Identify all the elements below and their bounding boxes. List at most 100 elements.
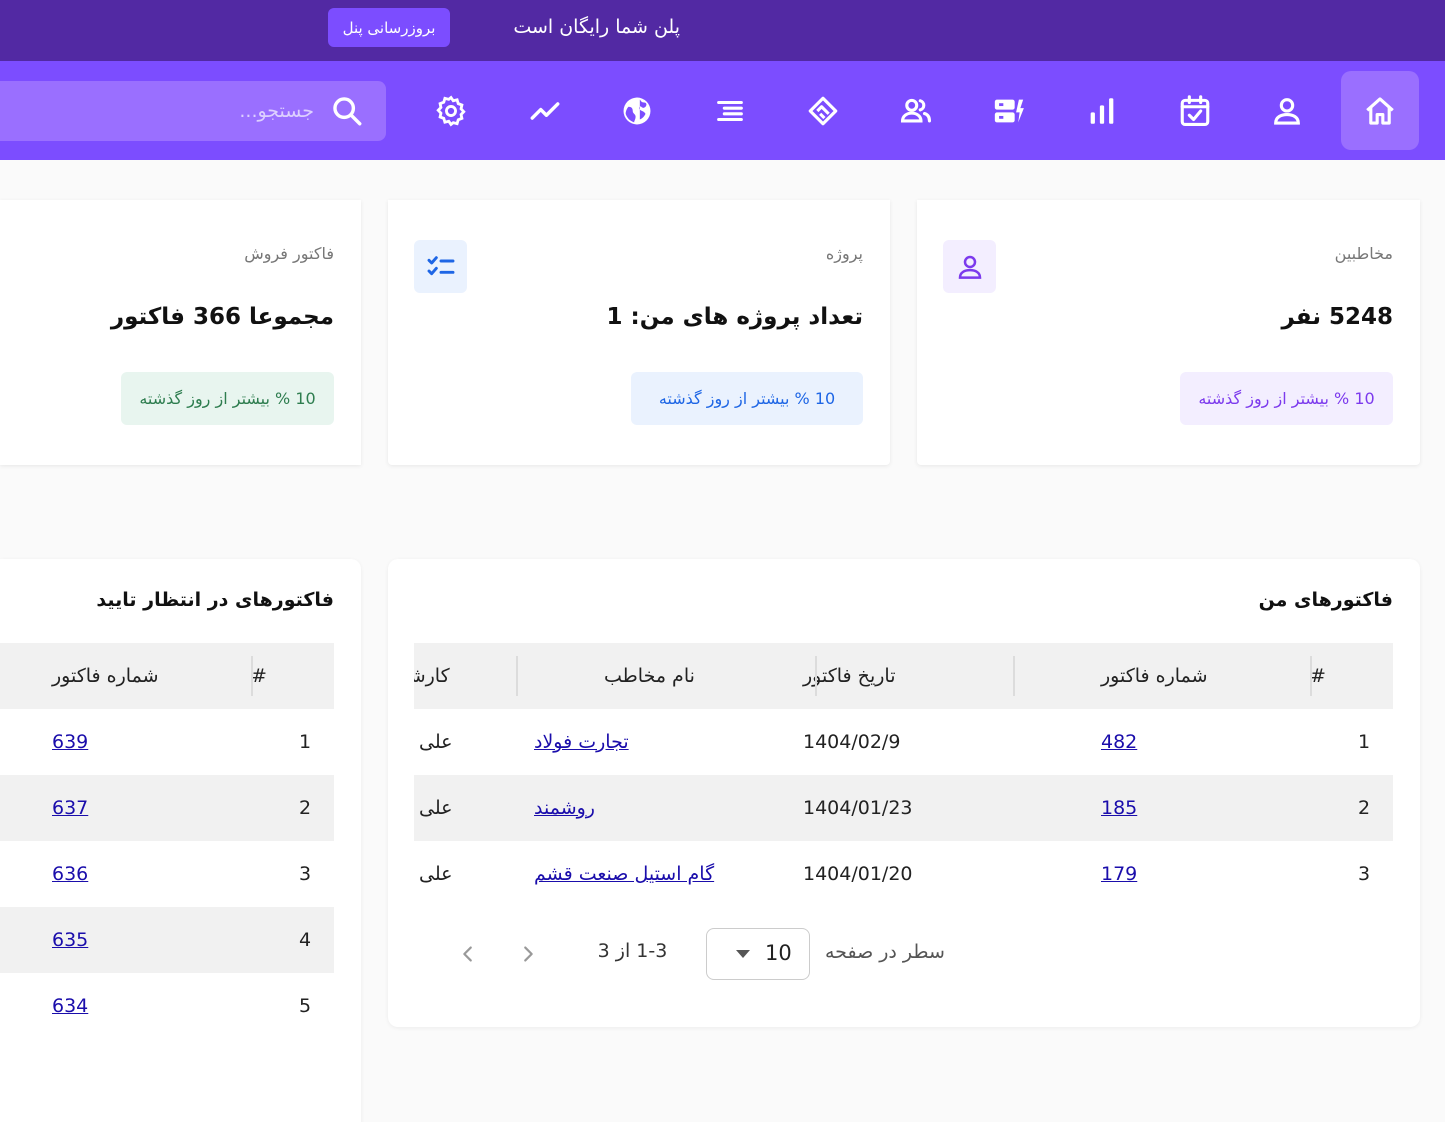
contact-link[interactable]: تجارت فولاد (534, 731, 629, 753)
trend-line-icon[interactable] (506, 71, 584, 150)
top-bar: پلن شما رایگان است بروزرسانی پنل (0, 0, 1445, 61)
invoice-number-cell: 185 (1101, 775, 1291, 841)
invoice-number-link[interactable]: 635 (52, 929, 88, 951)
change-badge: 10 % بیشتر از روز گذشته (631, 372, 863, 425)
users-icon[interactable] (877, 71, 955, 150)
projects-stat-card: پروژه تعداد پروژه های من: 1 10 % بیشتر ا… (388, 200, 890, 465)
rows-per-page-label: سطر در صفحه (825, 941, 945, 963)
globe-icon[interactable] (598, 71, 676, 150)
col-invoice-number[interactable]: شماره فاکتور (1101, 643, 1291, 709)
panel-title: فاکتورهای من (1258, 589, 1393, 611)
col-expert[interactable]: کارشناس (414, 643, 495, 709)
expert-name: علی احمد (414, 863, 453, 885)
table-row[interactable]: 5 634 (0, 973, 334, 1039)
invoice-number-link[interactable]: 185 (1101, 797, 1137, 819)
row-index: 4 (298, 929, 312, 951)
card-value: 5248 نفر (1281, 304, 1393, 330)
contact-link[interactable]: روشمند (534, 797, 595, 819)
invoice-number-cell: 634 (52, 973, 232, 1039)
table-row[interactable]: 1 639 (0, 709, 334, 775)
column-divider[interactable] (251, 656, 253, 696)
caret-down-icon (736, 950, 750, 958)
invoice-number-link[interactable]: 179 (1101, 863, 1137, 885)
contact-name-cell: گام استیل صنعت قشم (534, 841, 794, 907)
invoice-number-cell: 482 (1101, 709, 1291, 775)
main-navbar (0, 61, 1445, 160)
invoice-number-cell: 635 (52, 907, 232, 973)
table-row[interactable]: 3 636 (0, 841, 334, 907)
pending-invoices-panel: فاکتورهای در انتظار تایید # شماره فاکتور… (0, 559, 361, 1122)
column-divider[interactable] (1310, 656, 1312, 696)
change-badge: 10 % بیشتر از روز گذشته (121, 372, 334, 425)
col-index[interactable]: # (1304, 643, 1332, 709)
row-index: 2 (298, 797, 312, 819)
invoice-number-cell: 639 (52, 709, 232, 775)
table-row[interactable]: 3 179 1404/01/20 گام استیل صنعت قشم علی … (414, 841, 1393, 907)
dashboard-icon[interactable] (970, 71, 1048, 150)
handshake-icon[interactable] (784, 71, 862, 150)
table-header: # شماره فاکتور (0, 643, 334, 709)
upgrade-panel-button[interactable]: بروزرسانی پنل (328, 8, 450, 47)
previous-page-button[interactable] (456, 940, 480, 968)
panel-title: فاکتورهای در انتظار تایید (96, 589, 334, 611)
col-contact-name[interactable]: نام مخاطب (604, 643, 794, 709)
rows-per-page-select[interactable]: 10 (706, 928, 810, 980)
column-divider[interactable] (1013, 656, 1015, 696)
invoice-number-link[interactable]: 636 (52, 863, 88, 885)
column-divider[interactable] (516, 656, 518, 696)
change-badge: 10 % بیشتر از روز گذشته (1180, 372, 1393, 425)
search-icon[interactable] (330, 94, 364, 128)
table-row[interactable]: 2 185 1404/01/23 روشمند علی احمد (414, 775, 1393, 841)
pending-invoices-table: # شماره فاکتور 1 639 2 637 3 636 4 635 5… (0, 643, 334, 1043)
row-index: 5 (298, 995, 312, 1017)
card-value: مجموعا 366 فاکتور (110, 304, 334, 330)
row-index: 1 (1357, 731, 1371, 753)
user-icon[interactable] (1248, 71, 1326, 150)
contact-link[interactable]: گام استیل صنعت قشم (534, 863, 714, 885)
table-header: # شماره فاکتور تاریخ فاکتور نام مخاطب کا… (414, 643, 1393, 709)
settings-gear-icon[interactable] (412, 71, 490, 150)
bar-chart-icon[interactable] (1063, 71, 1141, 150)
menu-lines-icon[interactable] (691, 71, 769, 150)
card-label: مخاطبین (1334, 244, 1393, 263)
table-row[interactable]: 1 482 1404/02/9 تجارت فولاد علی احمد (414, 709, 1393, 775)
invoice-number-cell: 637 (52, 775, 232, 841)
invoice-number-link[interactable]: 634 (52, 995, 88, 1017)
row-index: 3 (298, 863, 312, 885)
row-index: 1 (298, 731, 312, 753)
invoice-number-link[interactable]: 639 (52, 731, 88, 753)
search-input[interactable] (0, 81, 318, 141)
card-label: فاکتور فروش (244, 244, 334, 263)
col-index[interactable]: # (245, 643, 273, 709)
invoices-stat-card: فاکتور فروش مجموعا 366 فاکتور 10 % بیشتر… (0, 200, 361, 465)
col-invoice-number[interactable]: شماره فاکتور (52, 643, 232, 709)
invoice-number-link[interactable]: 637 (52, 797, 88, 819)
next-page-button[interactable] (516, 940, 540, 968)
contacts-stat-card: مخاطبین 5248 نفر 10 % بیشتر از روز گذشته (917, 200, 1420, 465)
search-box (0, 81, 386, 141)
home-icon[interactable] (1341, 71, 1419, 150)
invoice-date: 1404/01/23 (803, 797, 913, 819)
row-index: 2 (1357, 797, 1371, 819)
row-index: 3 (1357, 863, 1371, 885)
table-row[interactable]: 4 635 (0, 907, 334, 973)
contact-name-cell: تجارت فولاد (534, 709, 794, 775)
invoice-number-cell: 636 (52, 841, 232, 907)
pagination-range: 1-3 از 3 (597, 940, 668, 962)
invoice-date: 1404/02/9 (803, 731, 901, 753)
chevron-left-icon (463, 946, 472, 962)
contact-name-cell: روشمند (534, 775, 794, 841)
invoice-number-link[interactable]: 482 (1101, 731, 1137, 753)
card-value: تعداد پروژه های من: 1 (606, 304, 864, 330)
rows-per-page-value: 10 (765, 941, 792, 965)
expert-name: علی احمد (414, 731, 453, 753)
checklist-icon (414, 240, 467, 293)
chevron-right-icon (524, 946, 533, 962)
calendar-check-icon[interactable] (1156, 71, 1234, 150)
column-divider[interactable] (815, 656, 817, 696)
table-row[interactable]: 2 637 (0, 775, 334, 841)
card-label: پروژه (825, 244, 863, 263)
expert-name: علی احمد (414, 797, 453, 819)
col-invoice-date[interactable]: تاریخ فاکتور (803, 643, 993, 709)
plan-status-text: پلن شما رایگان است (513, 16, 680, 38)
